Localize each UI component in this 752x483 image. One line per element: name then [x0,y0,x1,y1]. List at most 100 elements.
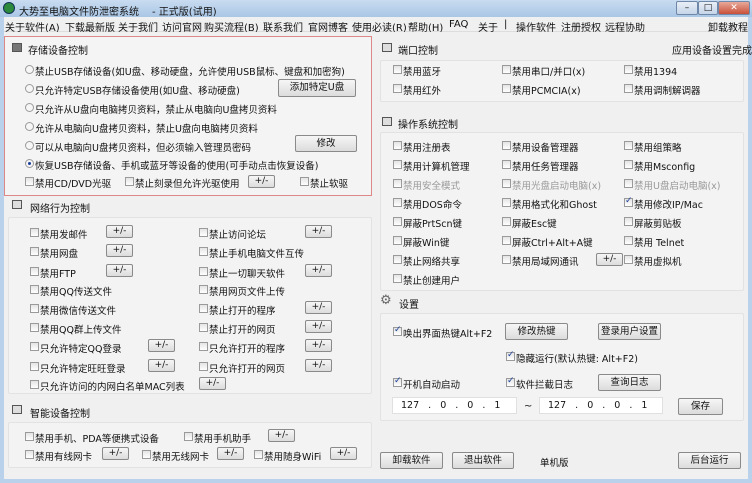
os-item-checkbox[interactable] [502,198,511,207]
usb-mode-radio[interactable] [25,84,34,93]
smart-portable-checkbox[interactable] [25,432,34,441]
port-item-checkbox[interactable] [393,65,402,74]
port-item-checkbox[interactable] [502,84,511,93]
network-right-5-plus-minus-button[interactable]: +/- [305,320,332,333]
phone-helper-plus-minus-button[interactable]: +/- [268,429,295,442]
netdisk-plus-minus-button[interactable]: +/- [106,244,133,257]
usb-mode-radio[interactable] [25,122,34,131]
port-item-label: 禁用红外 [403,86,442,97]
burn-plus-minus-button[interactable]: +/- [248,175,275,188]
network-right-7-plus-minus-button[interactable]: +/- [305,359,332,372]
network-left-checkbox[interactable] [30,323,39,332]
os-item-checkbox[interactable] [502,255,511,264]
os-item-checkbox[interactable] [393,217,402,226]
smart-wifi-checkbox[interactable] [254,450,263,459]
smart-phone-helper-checkbox[interactable] [184,432,193,441]
uninstall-button[interactable]: 卸载软件 [380,452,443,469]
network-left-checkbox[interactable] [30,228,39,237]
os-item-checkbox[interactable] [502,217,511,226]
network-right-checkbox[interactable] [199,362,208,371]
port-item-checkbox[interactable] [624,65,633,74]
os-item-checkbox[interactable] [624,236,633,245]
hide-run-checkbox[interactable] [506,350,515,361]
hotkey-checkbox[interactable] [393,325,402,336]
exit-button[interactable]: 退出软件 [452,452,514,469]
hotkey-label: 唤出界面热键Alt+F2 [403,329,493,340]
network-right-checkbox[interactable] [199,304,208,313]
network-left-checkbox[interactable] [30,362,39,371]
network-left-checkbox[interactable] [30,247,39,256]
os-item-checkbox[interactable] [393,274,402,283]
os-item-checkbox[interactable] [624,160,633,169]
lan-plus-minus-button[interactable]: +/- [596,253,623,266]
ip-from-input[interactable]: 127 . 0 . 0 . 1 [392,397,517,414]
network-right-checkbox[interactable] [199,342,208,351]
usb-mode-radio[interactable] [25,141,34,150]
wifi-plus-minus-button[interactable]: +/- [330,447,357,460]
network-right-checkbox[interactable] [199,267,208,276]
port-item-checkbox[interactable] [624,84,633,93]
usb-mode-label: 允许从电脑向U盘拷贝资料，禁止U盘向电脑拷贝资料 [35,124,258,135]
network-right-2-plus-minus-button[interactable]: +/- [305,264,332,277]
wired-nic-plus-minus-button[interactable]: +/- [102,447,129,460]
os-item-checkbox[interactable] [393,255,402,264]
close-button[interactable]: ✕ [718,1,750,15]
modify-button[interactable]: 修改 [295,135,357,152]
os-item-checkbox[interactable] [502,179,511,188]
ftp-plus-minus-button[interactable]: +/- [106,264,133,277]
os-item-checkbox[interactable] [502,236,511,245]
menu-faq[interactable]: FAQ [449,19,468,30]
network-right-checkbox[interactable] [199,247,208,256]
save-button[interactable]: 保存 [678,398,723,415]
qq-login-plus-minus-button[interactable]: +/- [148,339,175,352]
modify-hotkey-button[interactable]: 修改热键 [505,323,568,340]
network-right-checkbox[interactable] [199,323,208,332]
add-usb-button[interactable]: 添加特定U盘 [278,79,356,97]
port-item-checkbox[interactable] [502,65,511,74]
os-item-checkbox[interactable] [502,141,511,150]
intercept-log-checkbox[interactable] [506,376,515,387]
os-item-checkbox[interactable] [624,179,633,188]
mac-list-plus-minus-button[interactable]: +/- [199,377,226,390]
burn-checkbox[interactable] [125,177,134,186]
os-item-checkbox[interactable] [393,198,402,207]
login-user-button[interactable]: 登录用户设置 [598,323,661,340]
background-run-button[interactable]: 后台运行 [678,452,741,469]
os-item-checkbox[interactable] [393,141,402,150]
network-left-checkbox[interactable] [30,285,39,294]
floppy-checkbox[interactable] [300,177,309,186]
network-left-checkbox[interactable] [30,380,39,389]
os-item-checkbox[interactable] [393,160,402,169]
email-plus-minus-button[interactable]: +/- [106,225,133,238]
wireless-nic-plus-minus-button[interactable]: +/- [217,447,244,460]
minimize-button[interactable]: – [676,1,698,15]
network-right-checkbox[interactable] [199,285,208,294]
os-item-checkbox[interactable] [393,179,402,188]
port-item-checkbox[interactable] [393,84,402,93]
cd-checkbox[interactable] [25,177,34,186]
network-left-checkbox[interactable] [30,342,39,351]
os-item-checkbox[interactable] [393,236,402,245]
ip-to-input[interactable]: 127 . 0 . 0 . 1 [539,397,663,414]
os-title: 操作系统控制 [398,120,458,131]
smart-wired-nic-checkbox[interactable] [25,450,34,459]
maximize-button[interactable]: □ [698,1,718,15]
os-item-checkbox[interactable] [624,141,633,150]
os-item-checkbox[interactable] [624,196,633,207]
network-right-4-plus-minus-button[interactable]: +/- [305,301,332,314]
os-item-checkbox[interactable] [624,217,633,226]
network-right-checkbox[interactable] [199,228,208,237]
usb-mode-radio[interactable] [25,103,34,112]
usb-mode-radio[interactable] [25,65,34,74]
network-right-6-plus-minus-button[interactable]: +/- [305,339,332,352]
usb-mode-radio[interactable] [25,159,34,168]
network-left-checkbox[interactable] [30,267,39,276]
smart-wireless-nic-checkbox[interactable] [142,450,151,459]
os-item-checkbox[interactable] [502,160,511,169]
network-left-checkbox[interactable] [30,304,39,313]
wangwang-plus-minus-button[interactable]: +/- [148,359,175,372]
autostart-checkbox[interactable] [393,376,402,387]
network-right-0-plus-minus-button[interactable]: +/- [305,225,332,238]
os-item-checkbox[interactable] [624,255,633,264]
query-log-button[interactable]: 查询日志 [598,374,661,391]
